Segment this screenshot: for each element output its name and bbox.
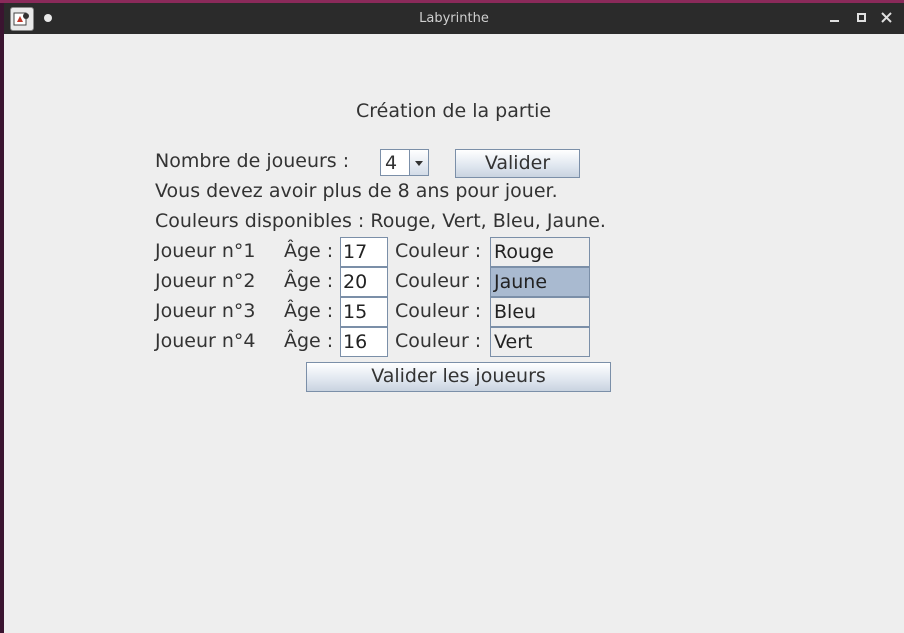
app-window: Labyrinthe Création de la partie Nombre …	[4, 3, 904, 633]
age-notice: Vous devez avoir plus de 8 ans pour joue…	[155, 180, 558, 202]
player-count-value: 4	[385, 152, 398, 174]
color-label: Couleur :	[395, 330, 482, 352]
age-input[interactable]: 15	[340, 297, 388, 327]
color-field[interactable]: Bleu	[490, 297, 590, 327]
player-count-label: Nombre de joueurs :	[155, 150, 350, 172]
available-colors: Couleurs disponibles : Rouge, Vert, Bleu…	[155, 210, 606, 232]
page-title: Création de la partie	[356, 100, 552, 122]
player-row: Joueur n°2 Âge : 20 Couleur : Jaune	[4, 266, 904, 297]
age-label: Âge :	[284, 270, 334, 292]
maximize-icon[interactable]	[853, 9, 871, 27]
color-label: Couleur :	[395, 240, 482, 262]
minimize-icon[interactable]	[826, 9, 844, 27]
validate-players-button[interactable]: Valider les joueurs	[306, 362, 611, 392]
player-count-select[interactable]: 4	[380, 149, 429, 176]
age-label: Âge :	[284, 300, 334, 322]
player-row: Joueur n°4 Âge : 16 Couleur : Vert	[4, 326, 904, 357]
color-label: Couleur :	[395, 300, 482, 322]
color-field[interactable]: Vert	[490, 327, 590, 357]
validate-button[interactable]: Valider	[455, 149, 580, 178]
player-label: Joueur n°2	[155, 270, 256, 292]
player-label: Joueur n°1	[155, 240, 256, 262]
player-row: Joueur n°1 Âge : 17 Couleur : Rouge	[4, 236, 904, 267]
color-label: Couleur :	[395, 270, 482, 292]
age-label: Âge :	[284, 330, 334, 352]
title-bar[interactable]: Labyrinthe	[4, 3, 904, 34]
player-label: Joueur n°4	[155, 330, 256, 352]
age-input[interactable]: 17	[340, 237, 388, 267]
window-title: Labyrinthe	[419, 11, 489, 26]
player-row: Joueur n°3 Âge : 15 Couleur : Bleu	[4, 296, 904, 327]
age-input[interactable]: 20	[340, 267, 388, 297]
chevron-down-icon[interactable]	[409, 150, 428, 175]
color-field[interactable]: Rouge	[490, 237, 590, 267]
age-input[interactable]: 16	[340, 327, 388, 357]
game-setup-panel: Création de la partie Nombre de joueurs …	[4, 34, 904, 633]
color-field[interactable]: Jaune	[490, 267, 590, 297]
close-icon[interactable]	[878, 9, 896, 27]
age-label: Âge :	[284, 240, 334, 262]
player-label: Joueur n°3	[155, 300, 256, 322]
